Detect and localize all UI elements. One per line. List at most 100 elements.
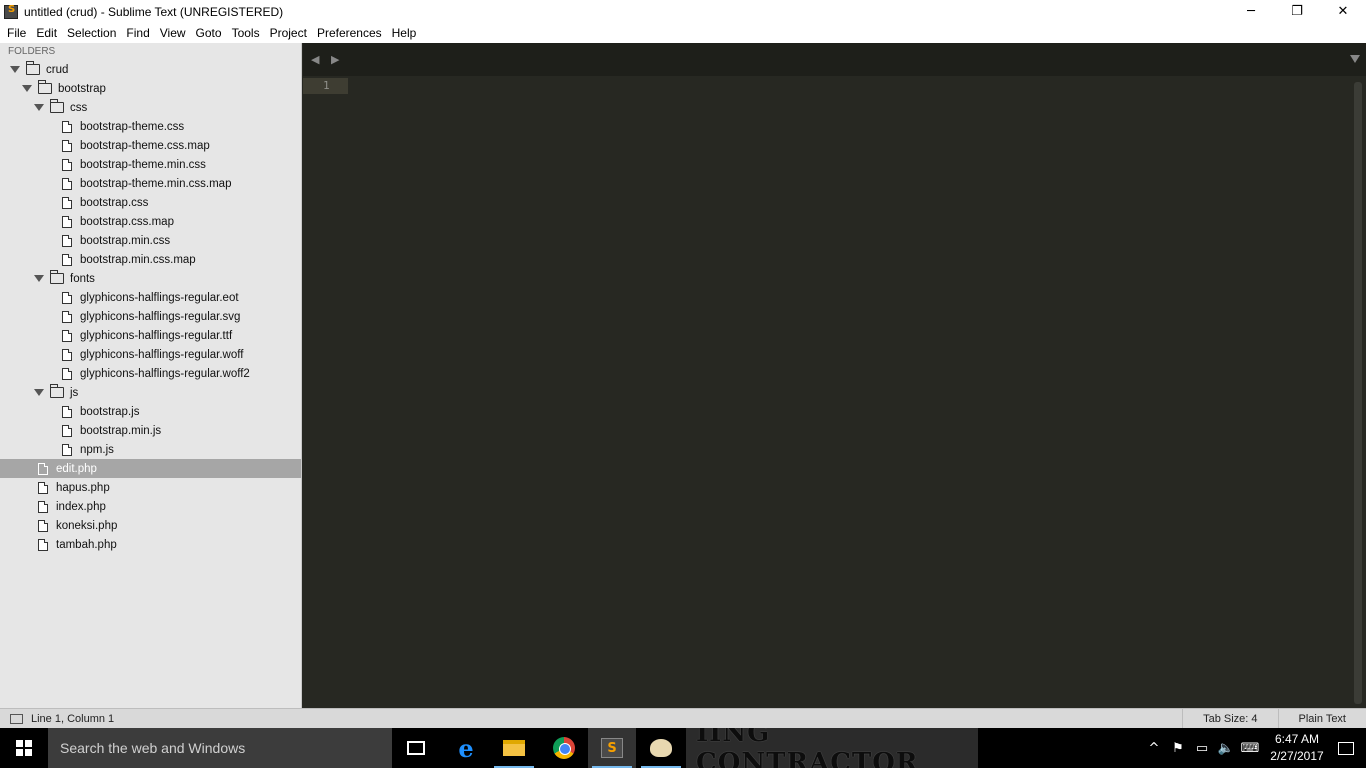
file-icon (62, 253, 72, 266)
menu-preferences[interactable]: Preferences (312, 26, 387, 40)
tree-item-label: bootstrap-theme.css (80, 120, 185, 133)
edge-button[interactable]: e (442, 728, 490, 768)
clock-date: 2/27/2017 (1270, 749, 1324, 763)
panel-toggle-icon[interactable] (10, 713, 23, 724)
file-item[interactable]: bootstrap.min.css.map (0, 250, 301, 269)
folder-item[interactable]: bootstrap (0, 79, 301, 98)
file-item[interactable]: bootstrap-theme.min.css (0, 155, 301, 174)
menu-selection[interactable]: Selection (62, 26, 121, 40)
sidebar: FOLDERS crud bootstrap css bootstrap-theme.… (0, 43, 302, 708)
file-item[interactable]: bootstrap.js (0, 402, 301, 421)
file-item[interactable]: tambah.php (0, 535, 301, 554)
tree-item-label: glyphicons-halflings-regular.woff2 (80, 367, 250, 380)
editor-scrollbar[interactable] (1354, 82, 1362, 704)
syntax-selector[interactable]: Plain Text (1277, 709, 1366, 729)
task-view-button[interactable] (392, 728, 440, 768)
cursor-position: Line 1, Column 1 (31, 712, 115, 725)
keyboard-icon[interactable]: ⌨ (1238, 728, 1262, 768)
tree-item-label: bootstrap.min.css.map (80, 253, 196, 266)
file-item[interactable]: edit.php (0, 459, 301, 478)
taskbar-preview-text: IING CONTRACTOR (686, 728, 978, 768)
network-error-icon[interactable]: ⚑ (1166, 728, 1190, 768)
file-item[interactable]: bootstrap.min.css (0, 231, 301, 250)
network-icon[interactable]: ▭ (1190, 728, 1214, 768)
file-item[interactable]: glyphicons-halflings-regular.woff (0, 345, 301, 364)
menu-view[interactable]: View (155, 26, 191, 40)
folder-open-icon (26, 61, 40, 75)
disclosure-arrow-icon[interactable] (34, 389, 44, 396)
menu-help[interactable]: Help (387, 26, 422, 40)
menu-project[interactable]: Project (265, 26, 312, 40)
notification-icon[interactable] (1338, 741, 1354, 755)
folder-item[interactable]: fonts (0, 269, 301, 288)
volume-icon[interactable]: 🔈 (1214, 728, 1238, 768)
preview-text: IING CONTRACTOR (696, 728, 919, 768)
file-item[interactable]: bootstrap.min.js (0, 421, 301, 440)
tree-item-label: bootstrap-theme.css.map (80, 139, 210, 152)
tree-item-label: bootstrap.min.css (80, 234, 171, 247)
close-button[interactable]: ✕ (1320, 0, 1366, 23)
file-item[interactable]: bootstrap-theme.min.css.map (0, 174, 301, 193)
folder-item[interactable]: js (0, 383, 301, 402)
menu-tools[interactable]: Tools (227, 26, 265, 40)
file-icon (62, 215, 72, 228)
file-item[interactable]: glyphicons-halflings-regular.ttf (0, 326, 301, 345)
file-item[interactable]: bootstrap-theme.css.map (0, 136, 301, 155)
editor-area[interactable]: 1 (303, 76, 1366, 708)
restore-button[interactable]: ❐ (1274, 0, 1320, 23)
sublime-icon: S (601, 738, 623, 758)
chrome-button[interactable] (540, 728, 588, 768)
disclosure-arrow-icon[interactable] (22, 85, 32, 92)
taskbar: Search the web and Windows e S IING CONT… (0, 728, 1366, 768)
sublime-app-icon (4, 4, 18, 19)
file-item[interactable]: koneksi.php (0, 516, 301, 535)
file-item[interactable]: npm.js (0, 440, 301, 459)
taskbar-search[interactable]: Search the web and Windows (48, 728, 392, 768)
tab-nav-arrows[interactable]: ◀ ▶ (311, 53, 343, 66)
menu-find[interactable]: Find (121, 26, 154, 40)
folder-item[interactable]: crud (0, 60, 301, 79)
tree-item-label: tambah.php (56, 538, 117, 551)
folder-open-icon (38, 80, 52, 94)
tree-item-label: css (70, 101, 88, 114)
search-placeholder: Search the web and Windows (60, 740, 246, 756)
file-icon (62, 234, 72, 247)
file-item[interactable]: glyphicons-halflings-regular.eot (0, 288, 301, 307)
file-item[interactable]: glyphicons-halflings-regular.svg (0, 307, 301, 326)
disclosure-arrow-icon[interactable] (10, 66, 20, 73)
file-icon (62, 120, 72, 133)
windows-logo-icon (16, 740, 32, 756)
tree-item-label: crud (46, 63, 69, 76)
menu-goto[interactable]: Goto (191, 26, 227, 40)
folder-open-icon (50, 384, 64, 398)
file-item[interactable]: hapus.php (0, 478, 301, 497)
menu-file[interactable]: File (2, 26, 31, 40)
file-icon (38, 462, 48, 475)
file-item[interactable]: glyphicons-halflings-regular.woff2 (0, 364, 301, 383)
disclosure-arrow-icon[interactable] (34, 275, 44, 282)
file-item[interactable]: index.php (0, 497, 301, 516)
chrome-icon (553, 737, 575, 759)
tree-item-label: bootstrap-theme.min.css (80, 158, 206, 171)
file-explorer-button[interactable] (490, 728, 538, 768)
tab-size[interactable]: Tab Size: 4 (1182, 709, 1277, 729)
system-tray: ^ ⚑ ▭ 🔈 ⌨ 6:47 AM 2/27/2017 (1142, 728, 1366, 768)
menu-edit[interactable]: Edit (31, 26, 62, 40)
clock[interactable]: 6:47 AM 2/27/2017 (1262, 731, 1332, 765)
sublime-taskbar-button[interactable]: S (588, 728, 636, 768)
window-controls: ─ ❐ ✕ (1228, 0, 1366, 23)
folder-item[interactable]: css (0, 98, 301, 117)
paint-button[interactable] (637, 728, 685, 768)
file-icon (62, 139, 72, 152)
chevron-up-icon[interactable]: ^ (1142, 728, 1166, 768)
line-number: 1 (323, 79, 330, 92)
start-button[interactable] (0, 728, 48, 768)
file-item[interactable]: bootstrap.css.map (0, 212, 301, 231)
tab-dropdown-icon[interactable] (1350, 55, 1360, 63)
file-item[interactable]: bootstrap.css (0, 193, 301, 212)
status-bar: Line 1, Column 1 Tab Size: 4 Plain Text (0, 708, 1366, 729)
disclosure-arrow-icon[interactable] (34, 104, 44, 111)
file-item[interactable]: bootstrap-theme.css (0, 117, 301, 136)
tree-item-label: bootstrap.css (80, 196, 149, 209)
minimize-button[interactable]: ─ (1228, 0, 1274, 23)
